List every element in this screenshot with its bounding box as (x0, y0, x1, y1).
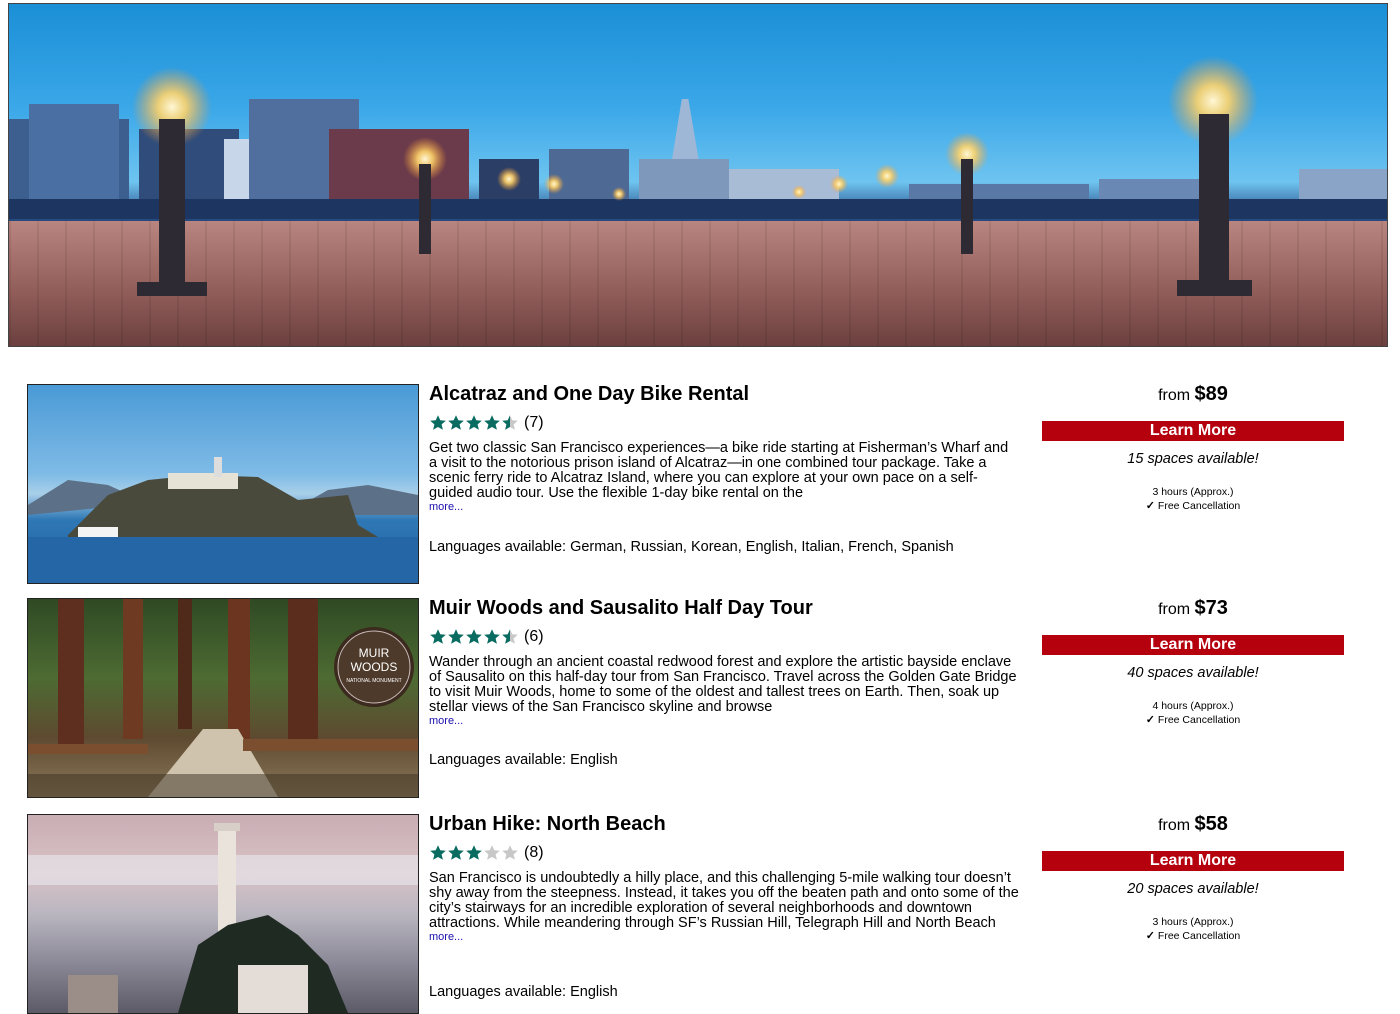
tour-image-alcatraz[interactable] (27, 384, 419, 584)
star-icon (484, 629, 500, 644)
star-rating (429, 844, 519, 862)
star-icon (502, 629, 518, 644)
star-icon (466, 629, 482, 644)
spaces-available: 20 spaces available! (1127, 881, 1259, 897)
review-count: (7) (524, 414, 544, 431)
spaces-available: 40 spaces available! (1127, 665, 1259, 681)
svg-text:MUIR: MUIR (359, 646, 390, 660)
rating: (7) (429, 413, 1019, 433)
cancellation: ✓ Free Cancellation (1145, 930, 1241, 942)
more-link[interactable]: more... (429, 715, 1019, 728)
learn-more-button[interactable]: Learn More (1042, 635, 1344, 655)
star-icon (502, 415, 518, 430)
star-icon (484, 845, 500, 860)
more-link[interactable]: more... (429, 501, 1019, 514)
star-icon (502, 845, 518, 860)
learn-more-button[interactable]: Learn More (1042, 851, 1344, 871)
star-rating (429, 628, 519, 646)
star-icon (484, 415, 500, 430)
hero-banner (8, 3, 1388, 347)
tour-title[interactable]: Muir Woods and Sausalito Half Day Tour (429, 598, 1019, 620)
star-icon (448, 415, 464, 430)
svg-text:NATIONAL MONUMENT: NATIONAL MONUMENT (346, 678, 401, 684)
tour-title[interactable]: Alcatraz and One Day Bike Rental (429, 384, 1019, 406)
svg-text:WOODS: WOODS (351, 660, 398, 674)
rating: (8) (429, 843, 1019, 863)
languages: Languages available: English (429, 752, 618, 768)
duration: 4 hours (Approx.) (1152, 700, 1234, 712)
price: from $73 (1158, 597, 1228, 619)
tour-image-muir-woods[interactable]: MUIR WOODS NATIONAL MONUMENT (27, 598, 419, 798)
tour-card: Urban Hike: North Beach (8) San Francisc… (27, 814, 1377, 1014)
check-icon: ✓ (1145, 714, 1155, 726)
cancellation: ✓ Free Cancellation (1145, 500, 1241, 512)
star-icon (430, 415, 446, 430)
check-icon: ✓ (1145, 930, 1155, 942)
star-icon (430, 845, 446, 860)
star-icon (430, 629, 446, 644)
star-rating (429, 414, 519, 432)
review-count: (6) (524, 628, 544, 645)
rating: (6) (429, 627, 1019, 647)
star-icon (448, 629, 464, 644)
more-link[interactable]: more... (429, 931, 1019, 944)
tour-description: Wander through an ancient coastal redwoo… (429, 654, 1017, 715)
star-icon (448, 845, 464, 860)
languages: Languages available: English (429, 984, 618, 1000)
lamp-posts (132, 56, 1258, 296)
cancellation: ✓ Free Cancellation (1145, 714, 1241, 726)
tour-description: Get two classic San Francisco experience… (429, 440, 1009, 501)
review-count: (8) (524, 844, 544, 861)
tour-description: San Francisco is undoubtedly a hilly pla… (429, 870, 1019, 931)
tour-image-north-beach[interactable] (27, 814, 419, 1014)
star-icon (466, 845, 482, 860)
languages: Languages available: German, Russian, Ko… (429, 539, 954, 555)
price: from $58 (1158, 813, 1228, 835)
spaces-available: 15 spaces available! (1127, 451, 1259, 467)
tour-card: Alcatraz and One Day Bike Rental (7) Get… (27, 384, 1377, 584)
price: from $89 (1158, 383, 1228, 405)
duration: 3 hours (Approx.) (1152, 916, 1234, 928)
star-icon (466, 415, 482, 430)
duration: 3 hours (Approx.) (1152, 486, 1234, 498)
tour-title[interactable]: Urban Hike: North Beach (429, 814, 1019, 836)
learn-more-button[interactable]: Learn More (1042, 421, 1344, 441)
tour-card: MUIR WOODS NATIONAL MONUMENT Muir Woods … (27, 598, 1377, 798)
check-icon: ✓ (1145, 500, 1155, 512)
